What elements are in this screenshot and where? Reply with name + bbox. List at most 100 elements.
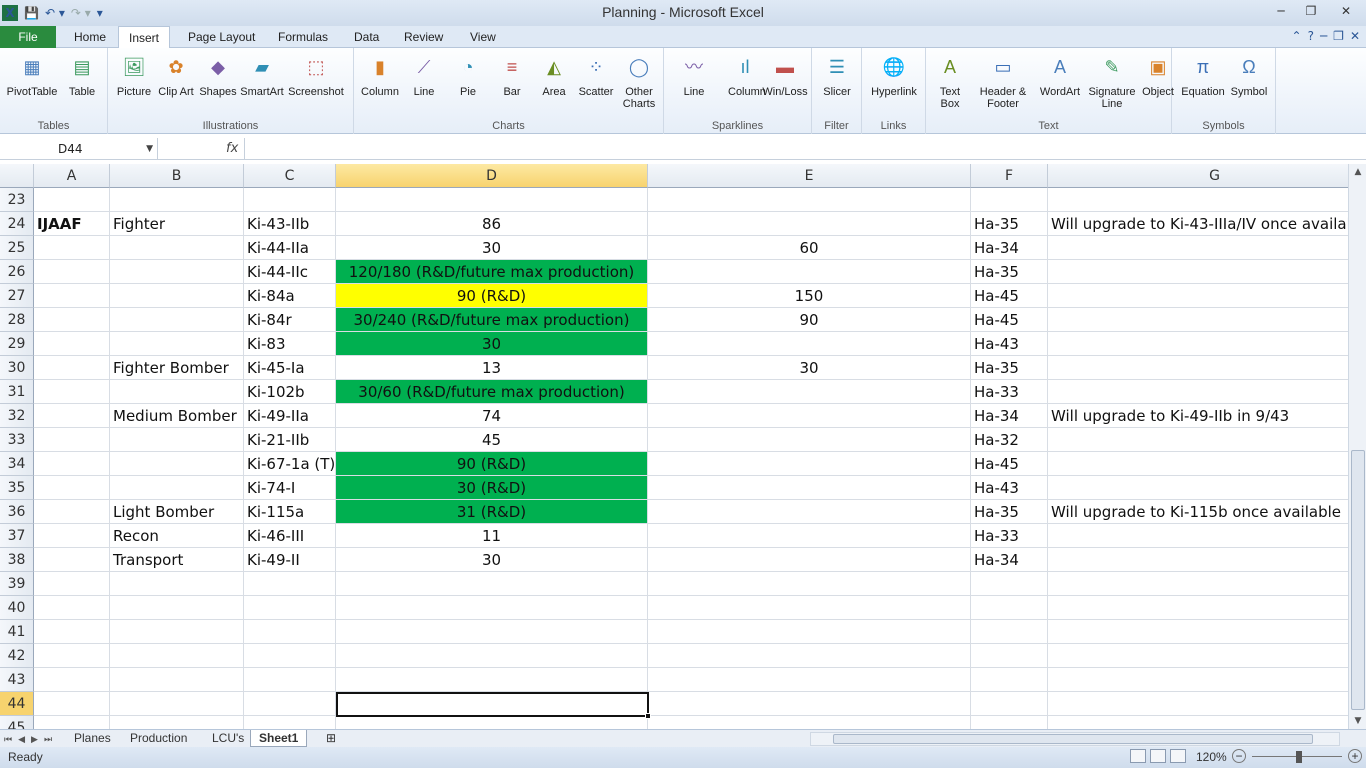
cell-d33[interactable]: 45 (336, 428, 648, 452)
cell-d34[interactable]: 90 (R&D) (336, 452, 648, 476)
cell-b36[interactable]: Light Bomber (110, 500, 244, 524)
next-sheet-icon[interactable]: ▶ (31, 730, 38, 748)
insert-sheet-icon[interactable]: ⊞ (318, 730, 344, 747)
picture-button[interactable]: 🖼 Picture (114, 52, 154, 98)
cell-d39[interactable] (336, 572, 648, 596)
cell-g31[interactable] (1048, 380, 1348, 404)
row-header-25[interactable]: 25 (0, 236, 34, 260)
header-footer-button[interactable]: ▭ Header & Footer (974, 52, 1032, 110)
cell-e35[interactable] (648, 476, 971, 500)
cell-c39[interactable] (244, 572, 336, 596)
column-header-b[interactable]: B (110, 164, 244, 188)
row-header-28[interactable]: 28 (0, 308, 34, 332)
vertical-scroll-thumb[interactable] (1351, 450, 1365, 710)
cell-f28[interactable]: Ha-45 (971, 308, 1048, 332)
shapes-button[interactable]: ◆ Shapes (198, 52, 238, 98)
cell-d40[interactable] (336, 596, 648, 620)
cell-f43[interactable] (971, 668, 1048, 692)
cell-b44[interactable] (110, 692, 244, 716)
tab-home[interactable]: Home (64, 26, 116, 48)
cell-d36[interactable]: 31 (R&D) (336, 500, 648, 524)
sheet-tab-planes[interactable]: Planes (66, 730, 119, 747)
cell-e28[interactable]: 90 (648, 308, 971, 332)
name-box[interactable]: D44 ▼ (0, 138, 158, 160)
cell-g43[interactable] (1048, 668, 1348, 692)
cell-a45[interactable] (34, 716, 110, 729)
cell-d28[interactable]: 30/240 (R&D/future max production) (336, 308, 648, 332)
cell-g40[interactable] (1048, 596, 1348, 620)
tab-view[interactable]: View (460, 26, 506, 48)
cell-g35[interactable] (1048, 476, 1348, 500)
cell-a30[interactable] (34, 356, 110, 380)
cell-f32[interactable]: Ha-34 (971, 404, 1048, 428)
hyperlink-button[interactable]: 🌐 Hyperlink (866, 52, 922, 98)
formula-input[interactable] (244, 138, 1350, 160)
cell-a24[interactable]: IJAAF (34, 212, 110, 236)
zoom-level[interactable]: 120% (1196, 750, 1227, 764)
restore-button[interactable]: ❐ (1296, 0, 1326, 22)
cell-c40[interactable] (244, 596, 336, 620)
screenshot-button[interactable]: ⬚ Screenshot (286, 52, 346, 98)
cell-a44[interactable] (34, 692, 110, 716)
wordart-button[interactable]: A WordArt (1036, 52, 1084, 98)
cell-d25[interactable]: 30 (336, 236, 648, 260)
cell-c41[interactable] (244, 620, 336, 644)
tab-formulas[interactable]: Formulas (268, 26, 338, 48)
cell-g39[interactable] (1048, 572, 1348, 596)
cell-c37[interactable]: Ki-46-III (244, 524, 336, 548)
cell-e37[interactable] (648, 524, 971, 548)
symbol-button[interactable]: Ω Symbol (1226, 52, 1272, 98)
object-button[interactable]: ▣ Object (1140, 52, 1176, 98)
row-header-40[interactable]: 40 (0, 596, 34, 620)
cell-b42[interactable] (110, 644, 244, 668)
cell-f30[interactable]: Ha-35 (971, 356, 1048, 380)
cell-a34[interactable] (34, 452, 110, 476)
cell-b25[interactable] (110, 236, 244, 260)
cell-c43[interactable] (244, 668, 336, 692)
workbook-restore-icon[interactable]: ❐ (1333, 29, 1344, 43)
cell-a41[interactable] (34, 620, 110, 644)
last-sheet-icon[interactable]: ⏭ (44, 730, 52, 748)
cell-g30[interactable] (1048, 356, 1348, 380)
cell-d38[interactable]: 30 (336, 548, 648, 572)
cell-e30[interactable]: 30 (648, 356, 971, 380)
row-header-32[interactable]: 32 (0, 404, 34, 428)
page-layout-view-icon[interactable] (1150, 749, 1166, 763)
cell-g38[interactable] (1048, 548, 1348, 572)
row-header-27[interactable]: 27 (0, 284, 34, 308)
row-header-29[interactable]: 29 (0, 332, 34, 356)
cell-b31[interactable] (110, 380, 244, 404)
cell-b39[interactable] (110, 572, 244, 596)
cell-c31[interactable]: Ki-102b (244, 380, 336, 404)
cell-a25[interactable] (34, 236, 110, 260)
area-button[interactable]: ◭ Area (534, 52, 574, 98)
cell-c38[interactable]: Ki-49-II (244, 548, 336, 572)
cell-e39[interactable] (648, 572, 971, 596)
cell-d24[interactable]: 86 (336, 212, 648, 236)
cell-e31[interactable] (648, 380, 971, 404)
cell-d35[interactable]: 30 (R&D) (336, 476, 648, 500)
cell-g24[interactable]: Will upgrade to Ki-43-IIIa/IV once avail… (1048, 212, 1348, 236)
select-all-corner[interactable] (0, 164, 34, 188)
workbook-close-icon[interactable]: ✕ (1350, 29, 1360, 43)
fill-handle[interactable] (645, 713, 651, 719)
horizontal-scrollbar[interactable] (810, 732, 1340, 746)
cell-d37[interactable]: 11 (336, 524, 648, 548)
cell-f41[interactable] (971, 620, 1048, 644)
zoom-out-icon[interactable]: − (1232, 749, 1246, 763)
close-button[interactable]: ✕ (1326, 0, 1366, 22)
cell-g45[interactable] (1048, 716, 1348, 729)
cell-a23[interactable] (34, 188, 110, 212)
clip-art-button[interactable]: ✿ Clip Art (156, 52, 196, 98)
row-header-38[interactable]: 38 (0, 548, 34, 572)
cell-a42[interactable] (34, 644, 110, 668)
normal-view-icon[interactable] (1130, 749, 1146, 763)
cell-c44[interactable] (244, 692, 336, 716)
row-header-45[interactable]: 45 (0, 716, 34, 729)
tab-insert[interactable]: Insert (118, 26, 171, 49)
scroll-up-icon[interactable]: ▲ (1349, 164, 1366, 180)
chevron-down-icon[interactable]: ▼ (146, 138, 153, 160)
cell-g27[interactable] (1048, 284, 1348, 308)
cell-f45[interactable] (971, 716, 1048, 729)
row-header-44[interactable]: 44 (0, 692, 34, 716)
